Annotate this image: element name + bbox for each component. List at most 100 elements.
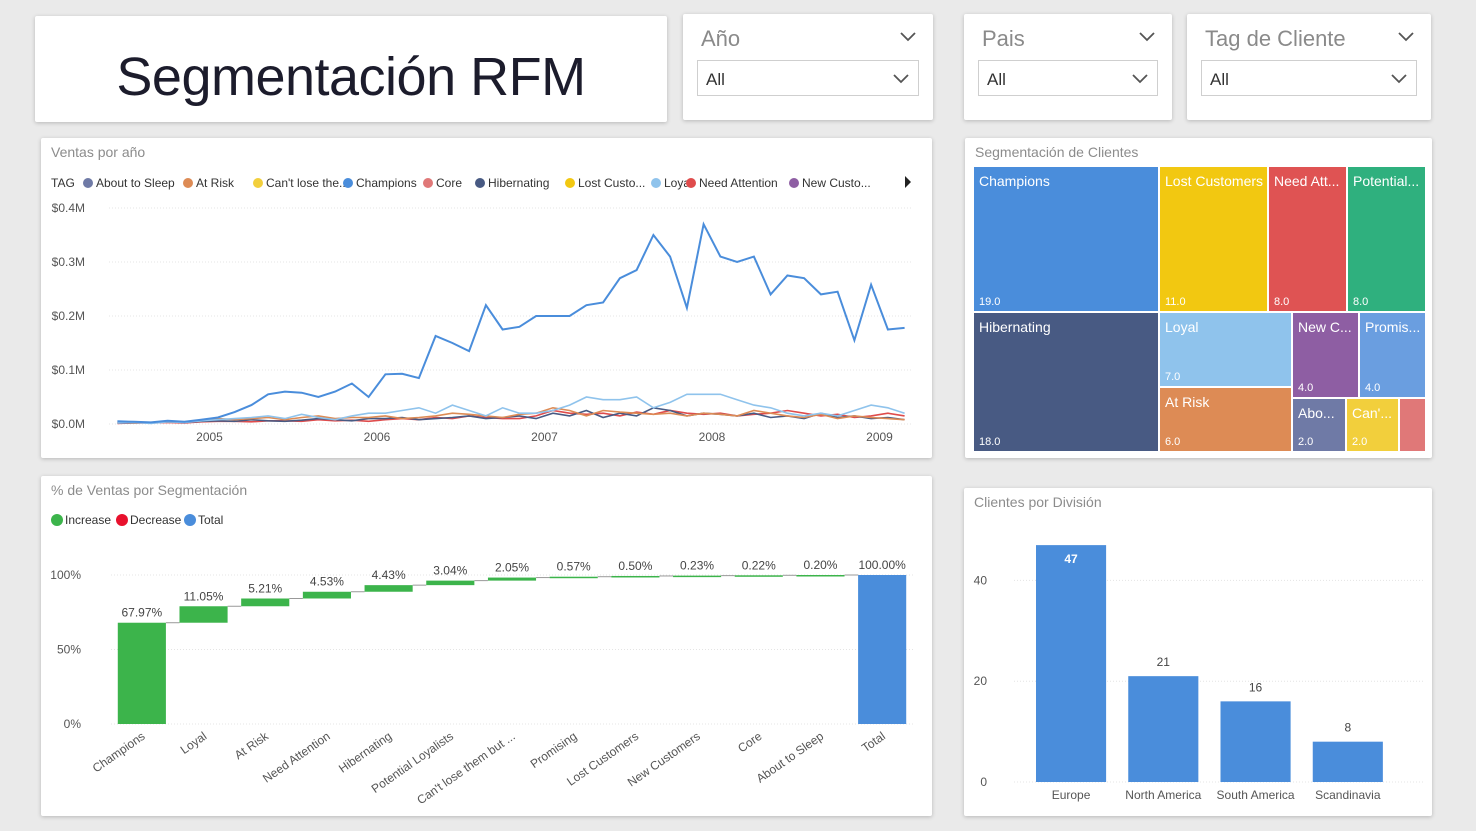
treemap[interactable]: Champions 19.0 Hibernating 18.0 Lost Custome…: [965, 138, 1432, 458]
treemap-cell[interactable]: Abo... 2.0: [1292, 398, 1346, 452]
legend-next-icon[interactable]: [905, 176, 911, 188]
data-label: 3.04%: [433, 564, 467, 578]
legend-marker: [83, 178, 93, 188]
treemap-cell-value: 19.0: [979, 296, 1001, 308]
treemap-cell-label: Need Att...: [1274, 173, 1340, 189]
slicer-country-dropdown[interactable]: All: [978, 60, 1158, 96]
waterfall-card: % de Ventas por Segmentación Increase Dec…: [41, 476, 932, 816]
data-label: 5.21%: [248, 581, 282, 595]
x-tick-label: Total: [859, 729, 888, 755]
bar: [1128, 676, 1199, 782]
slicer-year-dropdown[interactable]: All: [697, 60, 919, 96]
x-tick-label: About to Sleep: [754, 729, 827, 786]
y-tick-label: $0.4M: [52, 201, 85, 215]
waterfall-bar: [241, 598, 290, 607]
waterfall-bar: [487, 577, 537, 581]
treemap-cell[interactable]: Hibernating 18.0: [973, 312, 1159, 452]
waterfall-bar: [117, 622, 166, 724]
legend-item: Can't lose the...: [266, 176, 349, 190]
treemap-cell-value: 4.0: [1298, 382, 1314, 394]
data-label: 4.53%: [310, 575, 344, 589]
chevron-down-icon: [1132, 74, 1148, 84]
waterfall-bar: [364, 585, 413, 592]
x-tick-label: South America: [1217, 788, 1295, 802]
y-tick-label: $0.2M: [52, 309, 85, 323]
legend-marker: [423, 178, 433, 188]
bar-chart[interactable]: 0 20 40 47 Europe 21 North America 16 South Amer…: [964, 488, 1432, 816]
y-tick-label: $0.3M: [52, 255, 85, 269]
legend-title: TAG: [51, 176, 75, 190]
legend-item: Champions: [356, 176, 417, 190]
legend-item: Hibernating: [488, 176, 549, 190]
x-tick-label: 2008: [699, 430, 726, 444]
treemap-cell-label: Loyal: [1165, 319, 1199, 335]
treemap-cell-value: 2.0: [1298, 436, 1314, 448]
waterfall-bar: [611, 575, 660, 578]
legend-marker: [651, 178, 661, 188]
treemap-cell[interactable]: Lost Customers 11.0: [1159, 166, 1268, 312]
waterfall-chart[interactable]: Increase Decrease Total 0% 50% 100% 67.97% Cham…: [41, 476, 932, 816]
treemap-cell-label: New C...: [1298, 319, 1352, 335]
treemap-cell-value: 7.0: [1165, 371, 1181, 383]
treemap-cell-label: Potential...: [1353, 173, 1420, 189]
treemap-cell[interactable]: [1399, 398, 1426, 452]
legend-marker: [184, 514, 196, 526]
x-tick-label: Hibernating: [336, 729, 394, 776]
legend-item: Decrease: [130, 513, 182, 527]
chevron-down-icon: [893, 74, 909, 84]
line-chart[interactable]: TAG About to Sleep At Risk Can't lose the..…: [41, 138, 932, 458]
slicer-year-value: All: [706, 70, 725, 89]
data-label: 2.05%: [495, 561, 529, 575]
slicer-client-tag-label: Tag de Cliente: [1205, 26, 1346, 51]
waterfall-bar: [734, 575, 783, 577]
slicer-country-label: Pais: [982, 26, 1025, 51]
treemap-cell[interactable]: Promis... 4.0: [1359, 312, 1426, 398]
legend-marker: [789, 178, 799, 188]
chevron-down-icon[interactable]: [899, 30, 917, 42]
treemap-cell-value: 11.0: [1165, 296, 1186, 308]
slicer-client-tag-value: All: [1210, 70, 1229, 89]
y-tick-label: 50%: [57, 643, 81, 657]
treemap-cell[interactable]: Loyal 7.0: [1159, 312, 1292, 387]
treemap-cell[interactable]: Need Att... 8.0: [1268, 166, 1347, 312]
data-label: 0.20%: [803, 558, 837, 572]
treemap-cell[interactable]: New C... 4.0: [1292, 312, 1359, 398]
legend-item: Total: [198, 513, 223, 527]
slicer-year: Año All: [683, 14, 933, 120]
x-tick-label: Loyal: [178, 729, 210, 757]
chevron-down-icon: [1391, 74, 1407, 84]
treemap-cell-label: Abo...: [1298, 405, 1335, 421]
slicer-country: Pais All: [964, 14, 1172, 120]
treemap-cell[interactable]: At Risk 6.0: [1159, 387, 1292, 452]
slicer-client-tag-dropdown[interactable]: All: [1201, 60, 1417, 96]
legend-item: Increase: [65, 513, 111, 527]
x-tick-label: 2009: [866, 430, 893, 444]
legend-item: Need Attention: [699, 176, 778, 190]
title-card: Segmentación RFM: [35, 16, 667, 122]
treemap-cell-value: 4.0: [1365, 382, 1381, 394]
data-label: 0.50%: [618, 559, 652, 573]
slicer-country-value: All: [987, 70, 1006, 89]
slicer-client-tag: Tag de Cliente All: [1187, 14, 1431, 120]
treemap-cell-label: Hibernating: [979, 319, 1051, 335]
data-label: 0.57%: [557, 560, 591, 574]
treemap-cell[interactable]: Potential... 8.0: [1347, 166, 1426, 312]
x-tick-label: Scandinavia: [1315, 788, 1381, 802]
chevron-down-icon[interactable]: [1138, 30, 1156, 42]
slicer-year-label: Año: [701, 26, 741, 51]
treemap-cell-label: Can'...: [1352, 405, 1393, 421]
data-label: 100.00%: [858, 558, 906, 572]
treemap-cell-label: Promis...: [1365, 319, 1421, 335]
treemap-cell[interactable]: Can'... 2.0: [1346, 398, 1399, 452]
treemap-cell-label: Champions: [979, 173, 1050, 189]
treemap-cell[interactable]: Champions 19.0: [973, 166, 1159, 312]
data-label: 16: [1249, 680, 1263, 694]
legend-item: Lost Custo...: [578, 176, 645, 190]
x-tick-label: Promising: [528, 729, 580, 771]
page-title: Segmentación RFM: [116, 47, 586, 107]
x-tick-label: Core: [735, 729, 765, 756]
bar: [1312, 741, 1383, 782]
data-label: 21: [1157, 655, 1171, 669]
y-tick-label: 20: [974, 674, 988, 688]
chevron-down-icon[interactable]: [1397, 30, 1415, 42]
